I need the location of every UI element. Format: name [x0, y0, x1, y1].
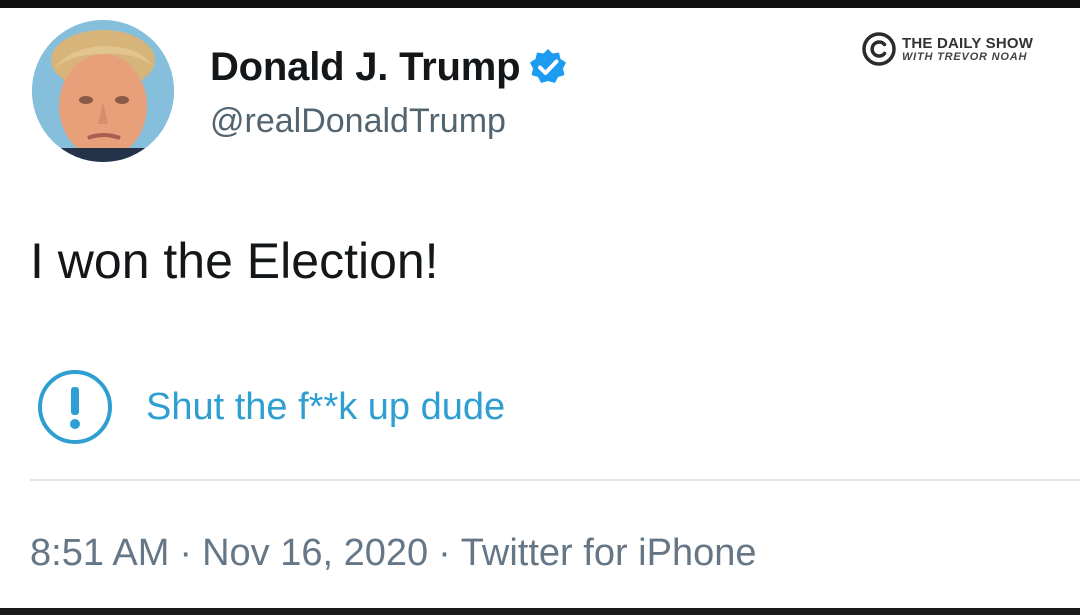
tweet-time[interactable]: 8:51 AM — [30, 532, 169, 574]
watermark-title: THE DAILY SHOW — [902, 34, 1034, 52]
divider — [30, 479, 1080, 481]
tweet-notice[interactable]: Shut the f**k up dude — [36, 368, 505, 446]
avatar[interactable] — [32, 20, 174, 162]
tweet-card: Donald J. Trump @realDonaldTrump THE DAI… — [0, 8, 1080, 608]
tweet-meta: 8:51 AM · Nov 16, 2020 · Twitter for iPhone — [30, 532, 756, 575]
tweet-date[interactable]: Nov 16, 2020 — [202, 532, 428, 574]
verified-badge-icon — [528, 47, 568, 87]
comedy-central-logo-icon — [862, 32, 896, 66]
bottom-edge — [0, 608, 1080, 615]
watermark-subtitle: WITH TREVOR NOAH — [902, 50, 1028, 63]
watermark: THE DAILY SHOW WITH TREVOR NOAH — [862, 32, 1033, 66]
exclamation-circle-icon — [36, 368, 114, 446]
tweet-source[interactable]: Twitter for iPhone — [461, 532, 757, 574]
author-name-row: Donald J. Trump — [210, 42, 568, 92]
meta-separator: · — [179, 532, 193, 574]
author-display-name[interactable]: Donald J. Trump — [210, 45, 521, 90]
avatar-photo — [32, 20, 174, 162]
meta-separator: · — [438, 532, 451, 574]
author-handle[interactable]: @realDonaldTrump — [210, 102, 506, 141]
notice-link[interactable]: Shut the f**k up dude — [146, 386, 505, 429]
tweet-text: I won the Election! — [30, 233, 439, 289]
watermark-text: THE DAILY SHOW WITH TREVOR NOAH — [902, 36, 1033, 63]
